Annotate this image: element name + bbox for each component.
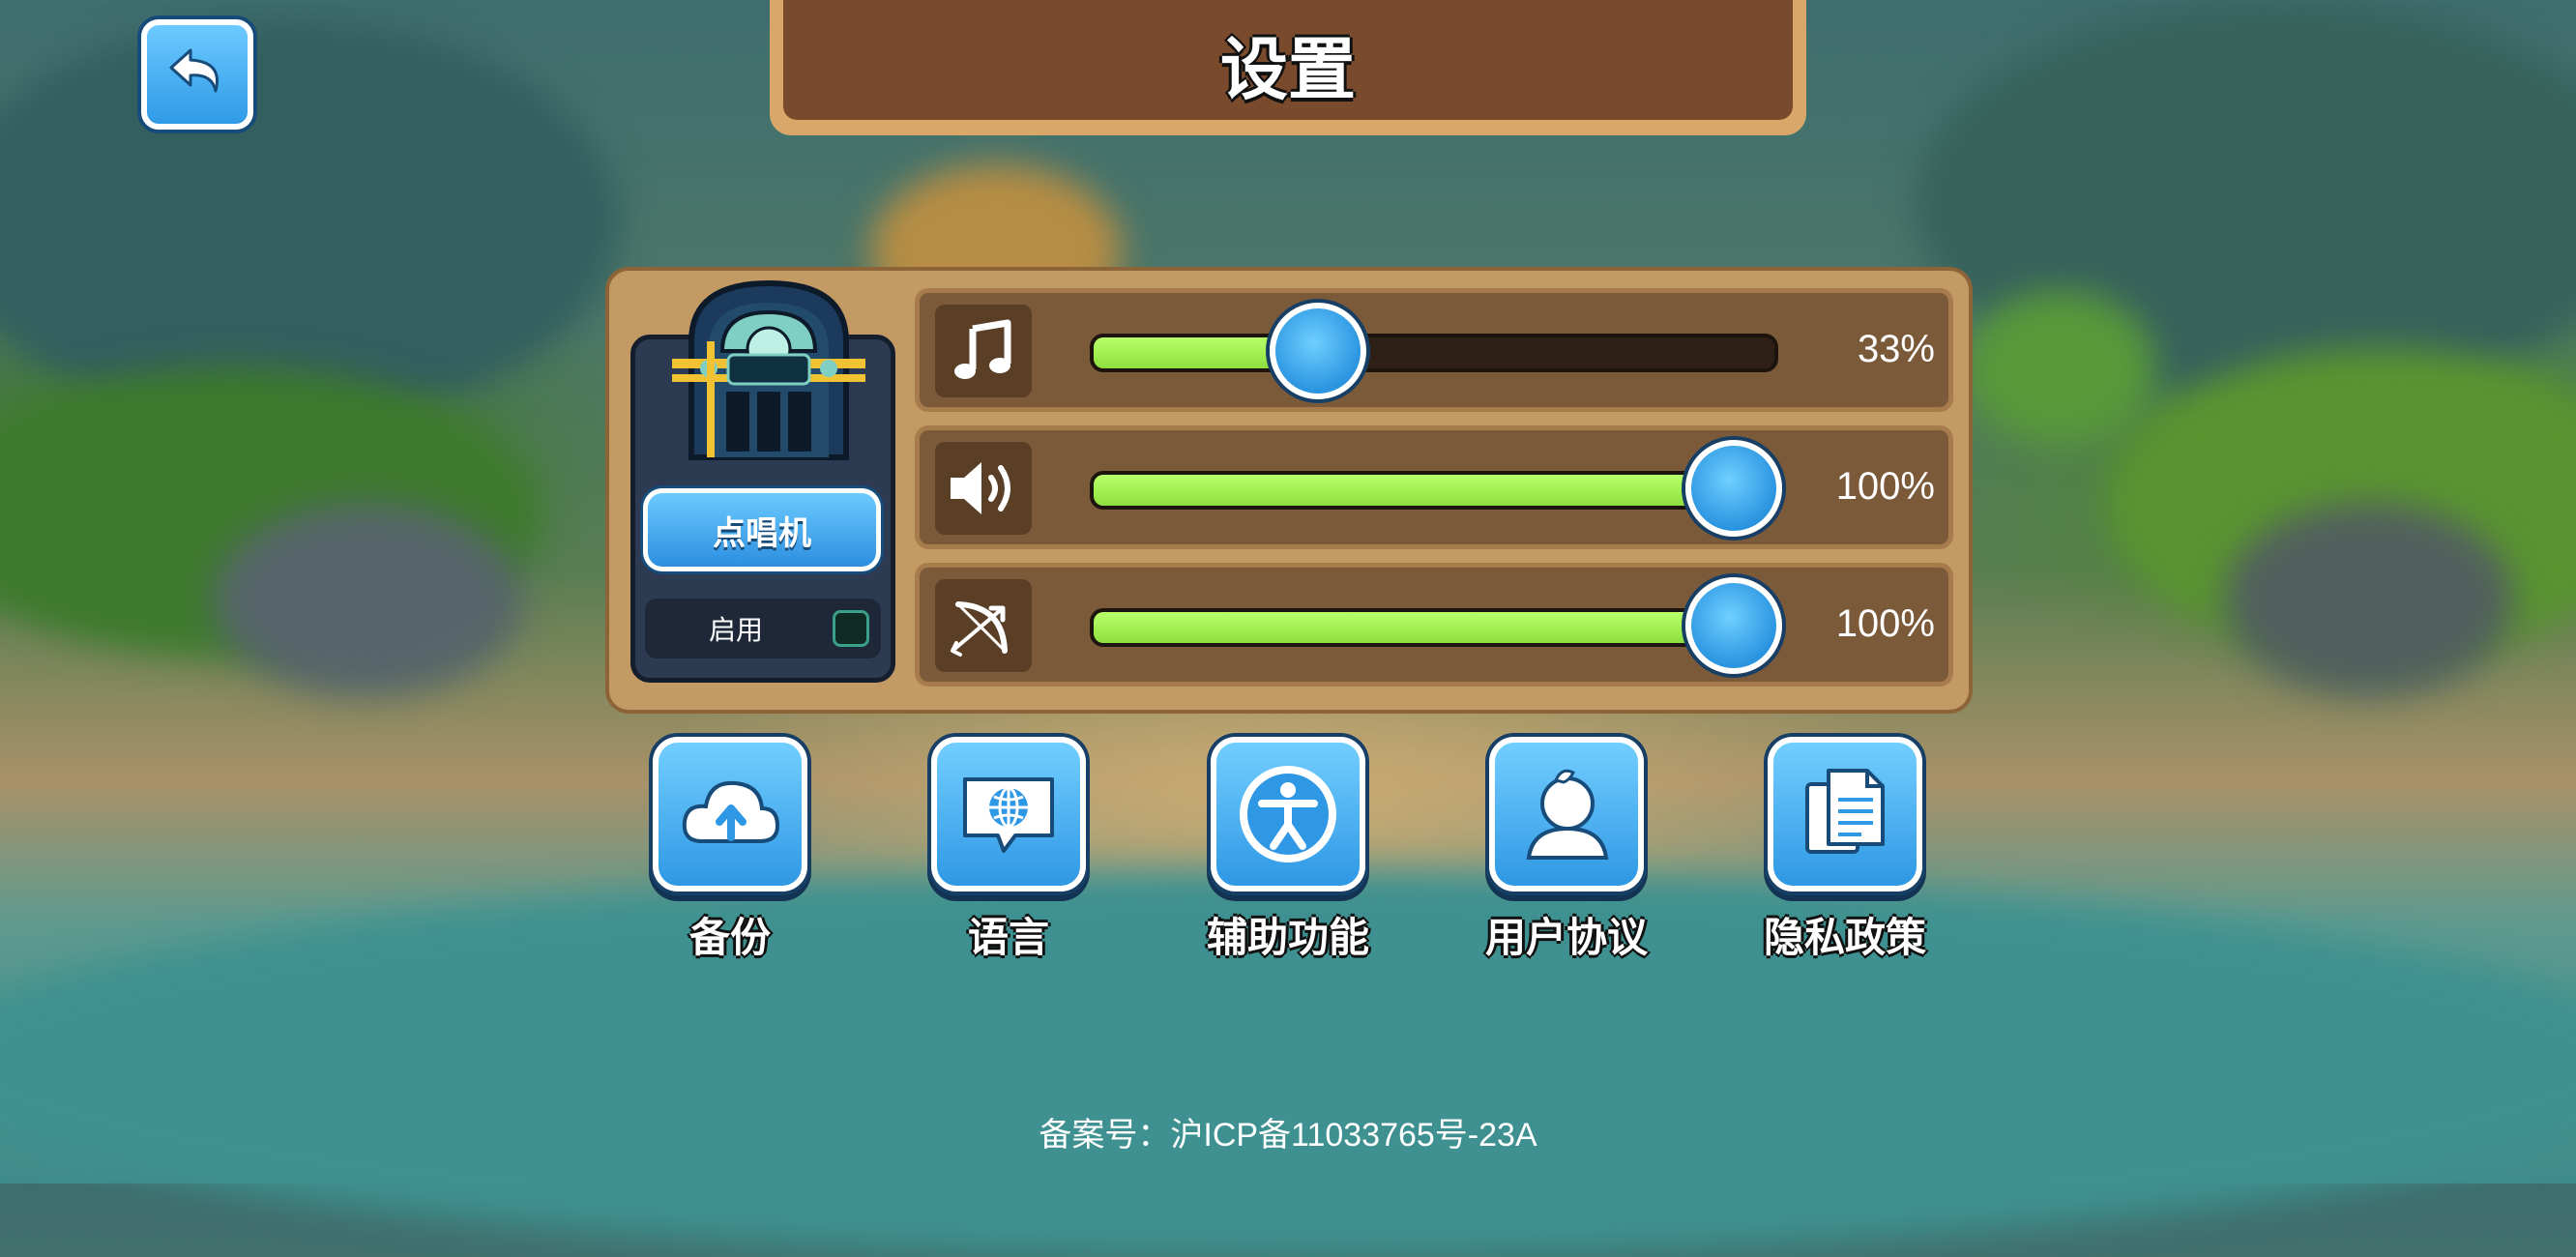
page-title: 设置	[1220, 29, 1356, 109]
effects-volume-row: 100%	[915, 563, 1953, 687]
background-rock-left	[213, 503, 522, 696]
accessibility-button[interactable]: 辅助功能	[1177, 737, 1399, 964]
bow-icon	[951, 601, 1008, 657]
accessibility-icon-tile	[1211, 737, 1365, 892]
music-volume-handle[interactable]	[1270, 303, 1367, 399]
user-agreement-button[interactable]: 用户协议	[1455, 737, 1678, 964]
backup-label: 备份	[688, 914, 771, 961]
sound-volume-fill	[1094, 475, 1774, 506]
jukebox-enable-row[interactable]: 启用	[645, 599, 881, 658]
jukebox-icon	[672, 279, 865, 460]
accessibility-icon	[1240, 766, 1336, 862]
background-cliff-left	[0, 19, 619, 425]
effects-volume-slider[interactable]	[1090, 577, 1782, 674]
music-volume-slider[interactable]	[1090, 303, 1778, 399]
effects-volume-fill	[1094, 612, 1774, 643]
jukebox-card: 点唱机 启用	[630, 279, 895, 683]
jukebox-button[interactable]: 点唱机	[643, 488, 881, 571]
icp-license-text: 备案号：沪ICP备11033765号-23A	[1039, 1117, 1537, 1154]
settings-panel: 点唱机 启用 33% 100% 100%	[605, 267, 1973, 714]
music-volume-value: 33%	[1857, 328, 1935, 370]
user-agreement-icon-tile	[1489, 737, 1644, 892]
effects-volume-handle[interactable]	[1684, 577, 1782, 674]
language-icon-tile	[931, 737, 1086, 892]
sound-volume-handle[interactable]	[1684, 440, 1782, 537]
title-plate-inner: 设置	[783, 0, 1793, 120]
sound-volume-row: 100%	[915, 425, 1953, 549]
user-agreement-label: 用户协议	[1484, 914, 1648, 961]
globe-chat-icon	[963, 777, 1054, 853]
background-rock-right	[2224, 503, 2514, 696]
speaker-icon-box	[935, 442, 1032, 535]
privacy-document-icon	[1805, 769, 1885, 854]
privacy-policy-button[interactable]: 隐私政策	[1734, 737, 1956, 964]
background-palm	[1963, 290, 2156, 445]
language-button[interactable]: 语言	[897, 737, 1120, 964]
back-arrow-icon	[169, 48, 219, 93]
sound-volume-value: 100%	[1835, 465, 1935, 508]
privacy-policy-label: 隐私政策	[1763, 914, 1926, 961]
user-agreement-icon	[1526, 769, 1609, 860]
music-note-icon	[954, 319, 1011, 379]
backup-icon-tile	[653, 737, 807, 892]
music-note-icon-box	[935, 305, 1032, 397]
speaker-icon	[951, 462, 1010, 514]
cloud-upload-icon	[682, 780, 780, 843]
jukebox-enable-checkbox[interactable]	[833, 610, 869, 647]
jukebox-enable-label: 启用	[709, 614, 764, 646]
sound-volume-slider[interactable]	[1090, 440, 1782, 537]
privacy-policy-icon-tile	[1768, 737, 1922, 892]
backup-button[interactable]: 备份	[619, 737, 841, 964]
bow-icon-box	[935, 579, 1032, 672]
title-plate: 设置	[770, 0, 1806, 135]
effects-volume-value: 100%	[1835, 602, 1935, 645]
music-volume-row: 33%	[915, 288, 1953, 412]
language-label: 语言	[967, 914, 1049, 961]
back-button[interactable]	[141, 19, 253, 130]
accessibility-label: 辅助功能	[1206, 914, 1369, 961]
